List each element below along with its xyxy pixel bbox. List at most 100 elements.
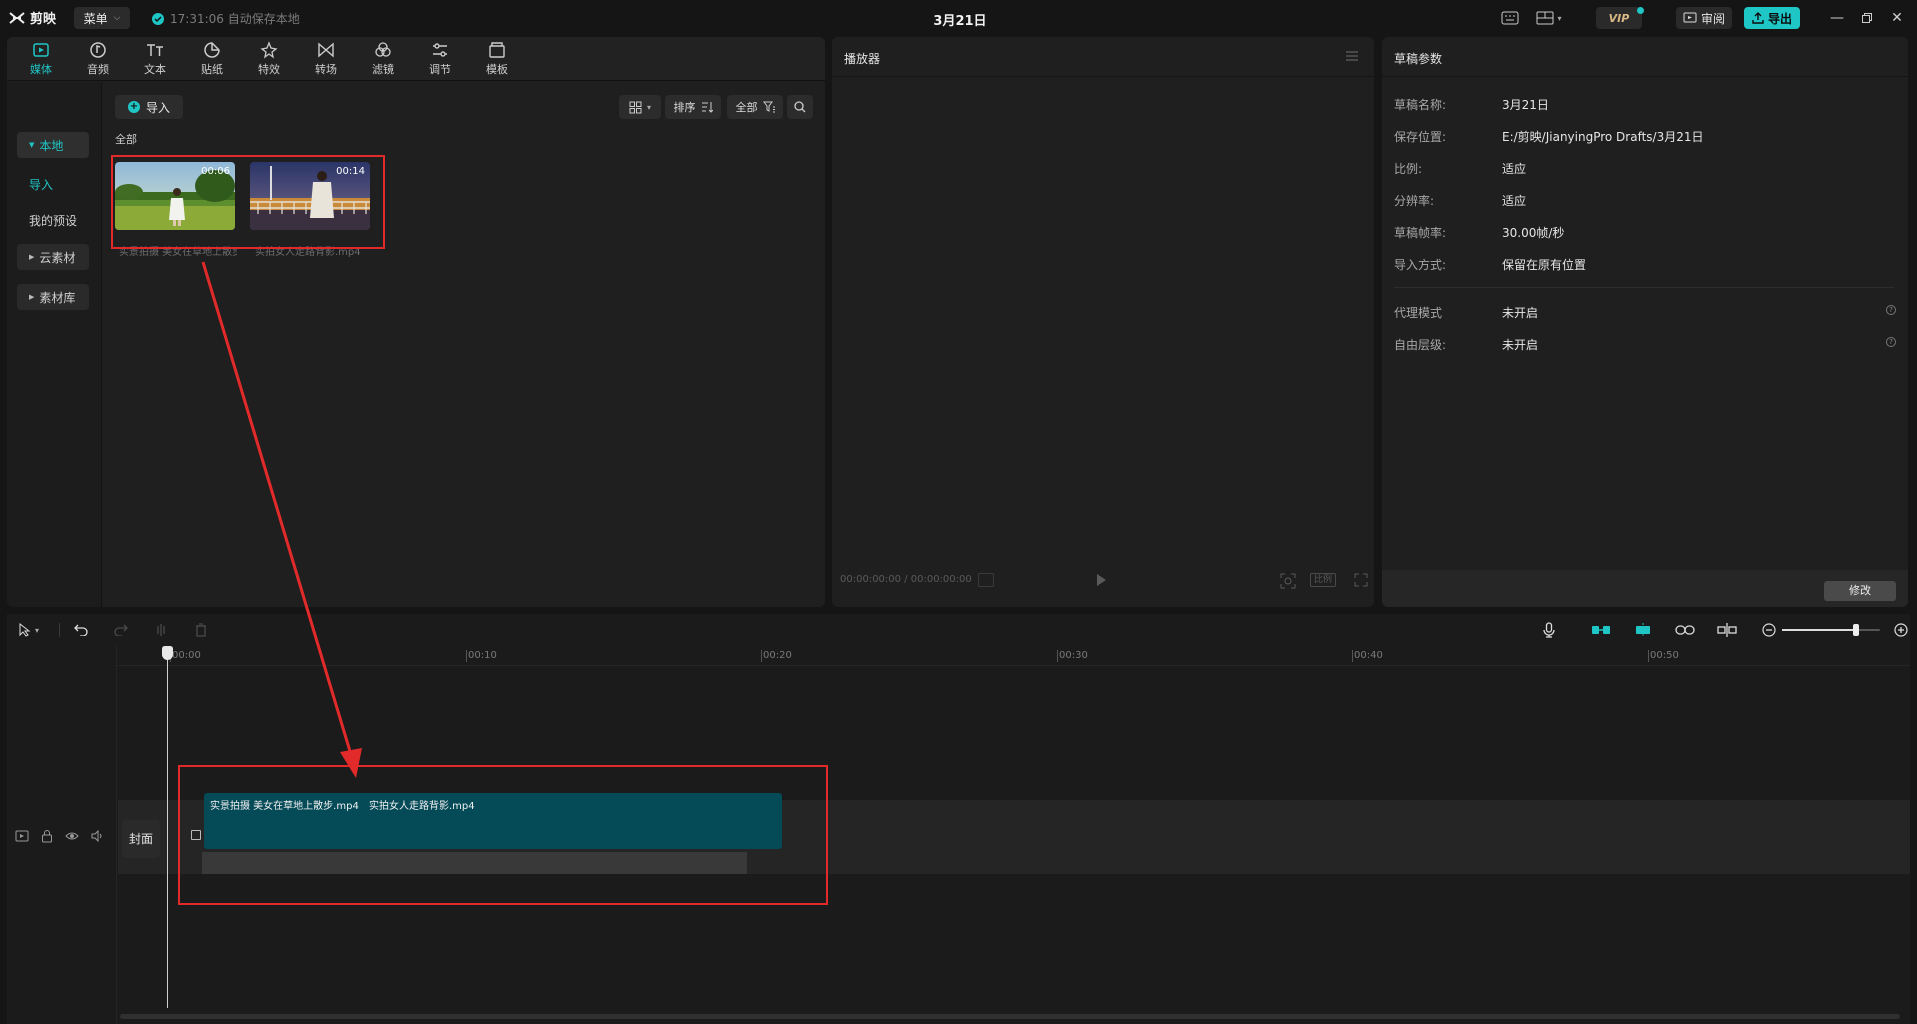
undo-button[interactable] — [71, 620, 91, 640]
funnel-icon — [762, 101, 775, 113]
tab-sticker[interactable]: 贴纸 — [190, 41, 234, 81]
sidebar-item-label: 素材库 — [39, 290, 76, 305]
modify-button[interactable]: 修改 — [1824, 581, 1896, 601]
menu-button[interactable]: 菜单 ⌵ — [74, 7, 130, 29]
check-circle-icon — [152, 12, 164, 25]
minimize-icon[interactable]: — — [1826, 8, 1848, 28]
tab-media[interactable]: 媒体 — [19, 41, 63, 81]
import-button[interactable]: + 导入 — [115, 95, 183, 119]
tab-template[interactable]: 模板 — [475, 41, 519, 81]
link-button[interactable] — [1673, 620, 1697, 640]
capcut-logo-icon — [9, 11, 25, 24]
snapshot-icon[interactable] — [1280, 573, 1296, 589]
play-icon[interactable] — [1094, 573, 1108, 587]
param-key: 代理模式 — [1394, 306, 1443, 320]
title-bar: 剪映 菜单 ⌵ 17:31:06 自动保存本地 3月21日 ▾ VIP 审阅 导… — [0, 0, 1917, 36]
zoom-slider[interactable] — [1782, 624, 1880, 636]
param-key: 比例: — [1394, 162, 1423, 176]
close-icon[interactable]: ✕ — [1886, 8, 1908, 28]
speaker-icon[interactable] — [90, 829, 104, 843]
hamburger-menu-icon[interactable] — [1344, 49, 1360, 63]
export-button[interactable]: 导出 — [1744, 7, 1800, 29]
timeline: 00:00 00:10 00:20 00:30 00:40 00:50 封面 实… — [7, 646, 1910, 1024]
vip-button[interactable]: VIP — [1596, 7, 1642, 29]
cover-button[interactable]: 封面 — [122, 820, 160, 858]
sidebar-item-presets[interactable]: 我的预设 — [17, 207, 89, 233]
split-icon — [157, 624, 165, 636]
select-tool-button[interactable]: ▾ — [13, 620, 45, 640]
tab-audio-label: 音频 — [87, 63, 109, 76]
zoom-out-button[interactable] — [1759, 620, 1779, 640]
params-header: 草稿参数 — [1382, 37, 1908, 77]
timecode-format-icon[interactable] — [978, 573, 994, 587]
sidebar-item-cloud[interactable]: ▶ 云素材 — [17, 244, 89, 270]
tab-audio[interactable]: 音频 — [76, 41, 120, 81]
param-key: 导入方式: — [1394, 258, 1447, 272]
menu-label: 菜单 — [83, 11, 108, 26]
ratio-button[interactable]: 比例 — [1310, 573, 1336, 587]
draft-params-panel: 草稿参数 草稿名称: 3月21日 保存位置: E:/剪映/JianyingPro… — [1382, 37, 1908, 607]
params-title: 草稿参数 — [1394, 52, 1443, 66]
split-button[interactable] — [151, 620, 171, 640]
sidebar-item-label: 我的预设 — [29, 213, 78, 228]
divider — [59, 623, 60, 637]
redo-icon — [114, 624, 128, 636]
filter-button[interactable]: 全部 — [727, 95, 783, 119]
main-track-magnet-button[interactable] — [1589, 620, 1613, 640]
layout-icon[interactable]: ▾ — [1532, 9, 1566, 27]
tab-media-label: 媒体 — [30, 63, 52, 76]
zoom-in-button[interactable] — [1891, 620, 1911, 640]
sidebar-item-library[interactable]: ▶ 素材库 — [17, 284, 89, 310]
media-group-label: 全部 — [115, 133, 137, 146]
tab-transition[interactable]: 转场 — [304, 41, 348, 81]
view-mode-button[interactable]: ▾ — [619, 95, 661, 119]
time-ruler[interactable]: 00:00 00:10 00:20 00:30 00:40 00:50 — [117, 646, 1910, 666]
ruler-tick — [1648, 650, 1649, 662]
tab-text[interactable]: 文本 — [133, 41, 177, 81]
sidebar-item-local[interactable]: ▼ 本地 — [17, 132, 89, 158]
record-audio-button[interactable] — [1539, 620, 1559, 640]
param-key: 保存位置: — [1394, 130, 1447, 144]
track-video-icon[interactable] — [15, 829, 29, 843]
auto-snap-button[interactable] — [1631, 620, 1655, 640]
sidebar-item-import[interactable]: 导入 — [17, 171, 89, 197]
help-icon[interactable]: ? — [1886, 337, 1896, 347]
player-timecode: 00:00:00:00 / 00:00:00:00 — [840, 574, 972, 585]
sidebar-item-label: 导入 — [29, 177, 54, 192]
lock-icon[interactable] — [40, 829, 54, 843]
media-icon — [33, 43, 49, 57]
snap-icon — [1636, 623, 1650, 637]
sort-button[interactable]: 排序 — [665, 95, 721, 119]
search-button[interactable] — [787, 95, 813, 119]
zoom-in-icon — [1894, 623, 1908, 637]
microphone-icon — [1543, 622, 1555, 638]
ruler-label: 00:50 — [1650, 650, 1679, 661]
undo-icon — [74, 624, 88, 636]
tab-adjust-label: 调节 — [429, 63, 451, 76]
tab-filter[interactable]: 滤镜 — [361, 41, 405, 81]
tab-adjust[interactable]: 调节 — [418, 41, 462, 81]
tab-effects[interactable]: 特效 — [247, 41, 291, 81]
transition-icon — [318, 42, 334, 58]
playhead-handle[interactable] — [162, 646, 173, 660]
fullscreen-icon[interactable] — [1354, 573, 1368, 587]
playhead[interactable] — [167, 646, 168, 1008]
autosave-text: 17:31:06 自动保存本地 — [170, 12, 300, 26]
restore-icon[interactable] — [1856, 8, 1878, 28]
keyboard-shortcut-icon[interactable] — [1500, 9, 1520, 27]
preview-axis-button[interactable] — [1715, 620, 1739, 640]
redo-button[interactable] — [111, 620, 131, 640]
zoom-slider-fill — [1782, 629, 1856, 631]
tab-sticker-label: 贴纸 — [201, 63, 223, 76]
review-button[interactable]: 审阅 — [1676, 7, 1732, 29]
zoom-slider-thumb[interactable] — [1852, 624, 1859, 636]
horizontal-scrollbar[interactable] — [120, 1014, 1900, 1019]
help-icon[interactable]: ? — [1886, 305, 1896, 315]
ruler-label: 00:00 — [172, 650, 201, 661]
chevron-down-icon: ⌵ — [113, 13, 121, 23]
sort-label: 排序 — [673, 101, 696, 114]
sidebar-item-label: 本地 — [39, 138, 64, 153]
eye-icon[interactable] — [65, 829, 79, 843]
delete-button[interactable] — [191, 620, 211, 640]
ruler-label: 00:30 — [1059, 650, 1088, 661]
